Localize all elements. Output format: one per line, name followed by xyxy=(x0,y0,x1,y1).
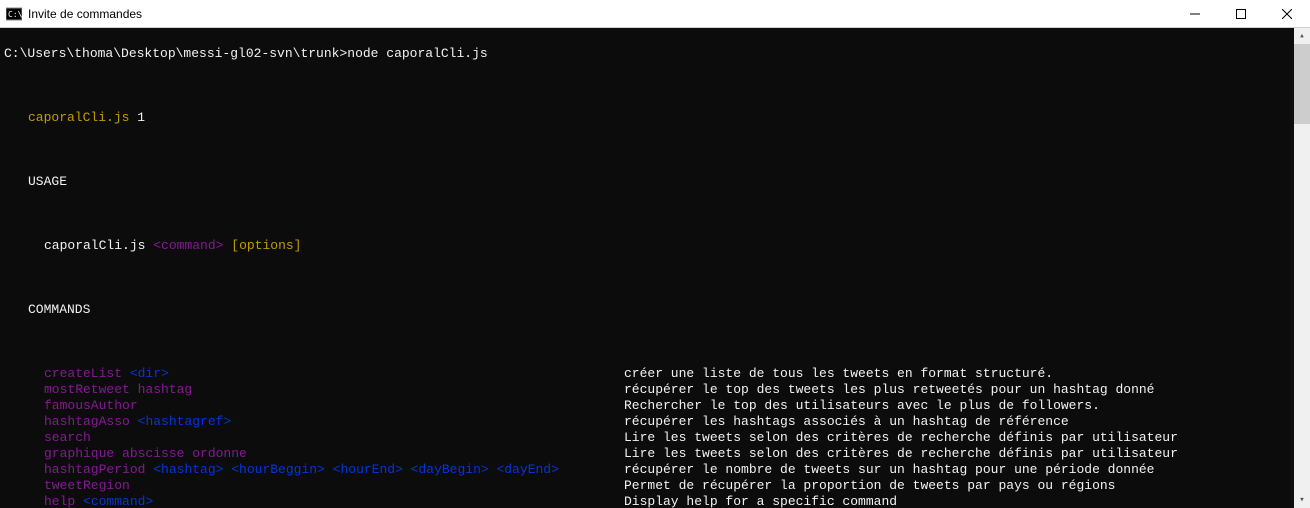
command-row: search Lire les tweets selon des critères… xyxy=(4,430,1290,446)
window-controls xyxy=(1172,0,1310,27)
command-name: mostRetweet hashtag xyxy=(44,382,192,397)
command-row: createList <dir> créer une liste de tous … xyxy=(4,366,1290,382)
command-desc: créer une liste de tous les tweets en fo… xyxy=(624,366,1053,382)
command-desc: Lire les tweets selon des critères de re… xyxy=(624,446,1178,462)
command-row: help <command> Display help for a specifi… xyxy=(4,494,1290,508)
command-desc: Permet de récupérer la proportion de twe… xyxy=(624,478,1115,494)
usage-options: [options] xyxy=(231,238,301,253)
command-row: hashtagAsso <hashtagref> récupérer les ha… xyxy=(4,414,1290,430)
svg-text:C:\: C:\ xyxy=(8,10,22,19)
section-commands: COMMANDS xyxy=(28,302,90,317)
usage-prog: caporalCli.js xyxy=(44,238,145,253)
command-row: mostRetweet hashtag récupérer le top des … xyxy=(4,382,1290,398)
command-desc: récupérer le top des tweets les plus ret… xyxy=(624,382,1155,398)
command-desc: récupérer le nombre de tweets sur un has… xyxy=(624,462,1155,478)
command-row: graphique abscisse ordonne Lire les tweet… xyxy=(4,446,1290,462)
scroll-up-button[interactable]: ▴ xyxy=(1294,28,1310,44)
command-desc: Lire les tweets selon des critères de re… xyxy=(624,430,1178,446)
command-name: famousAuthor xyxy=(44,398,138,413)
command-row: hashtagPeriod <hashtag> <hourBeggin> <ho… xyxy=(4,462,1290,478)
command-name: createList xyxy=(44,366,122,381)
usage-command: <command> xyxy=(153,238,223,253)
window-titlebar: C:\ Invite de commandes xyxy=(0,0,1310,28)
command-name: search xyxy=(44,430,91,445)
command-name: hashtagAsso xyxy=(44,414,130,429)
typed-command: node caporalCli.js xyxy=(347,46,487,61)
command-name: help xyxy=(44,494,75,508)
command-name: graphique abscisse ordonne xyxy=(44,446,247,461)
section-usage: USAGE xyxy=(28,174,67,189)
cmd-icon: C:\ xyxy=(6,6,22,22)
maximize-button[interactable] xyxy=(1218,0,1264,27)
vertical-scrollbar[interactable]: ▴ ▾ xyxy=(1294,28,1310,508)
scroll-down-button[interactable]: ▾ xyxy=(1294,492,1310,508)
close-button[interactable] xyxy=(1264,0,1310,27)
command-name: hashtagPeriod xyxy=(44,462,145,477)
command-desc: Rechercher le top des utilisateurs avec … xyxy=(624,398,1100,414)
command-desc: récupérer les hashtags associés à un has… xyxy=(624,414,1069,430)
prompt-path: C:\Users\thoma\Desktop\messi-gl02-svn\tr… xyxy=(4,46,347,61)
minimize-button[interactable] xyxy=(1172,0,1218,27)
command-name: tweetRegion xyxy=(44,478,130,493)
command-args: <hashtag> <hourBeggin> <hourEnd> <dayBeg… xyxy=(153,462,559,477)
command-args: <command> xyxy=(83,494,153,508)
command-args: <dir> xyxy=(130,366,169,381)
command-row: famousAuthor Rechercher le top des utilis… xyxy=(4,398,1290,414)
cli-version: 1 xyxy=(137,110,145,125)
terminal-output[interactable]: C:\Users\thoma\Desktop\messi-gl02-svn\tr… xyxy=(0,28,1294,508)
command-desc: Display help for a specific command xyxy=(624,494,897,508)
cli-name: caporalCli.js xyxy=(28,110,129,125)
command-row: tweetRegion Permet de récupérer la propor… xyxy=(4,478,1290,494)
command-args: <hashtagref> xyxy=(138,414,232,429)
scroll-thumb[interactable] xyxy=(1294,44,1310,124)
window-title: Invite de commandes xyxy=(28,7,1172,21)
